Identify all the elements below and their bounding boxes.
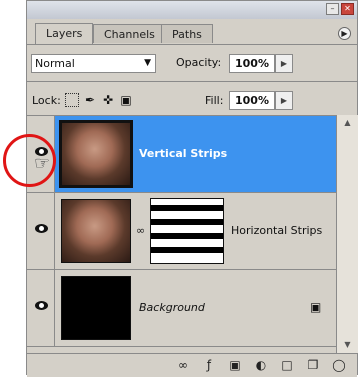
layer-row-background[interactable]: Background ▣ [27,270,336,347]
opacity-slider-button[interactable]: ▶ [275,54,293,73]
layers-panel: – ✕ Layers Channels Paths ▶ Normal ▼ Opa… [26,0,358,377]
layer-thumbnail [61,199,131,263]
tab-paths[interactable]: Paths [161,24,213,43]
layers-list: Vertical Strips ∞ Horizontal Strips Back… [27,115,336,354]
opacity-input[interactable]: 100% [229,54,275,73]
visibility-toggle[interactable] [27,270,55,346]
link-layers-icon[interactable]: ∞ [175,357,191,373]
layer-style-icon[interactable]: ƒ [201,357,217,373]
lock-label: Lock: [32,94,61,107]
add-mask-icon[interactable]: ▣ [227,357,243,373]
panel-menu-icon[interactable]: ▶ [338,27,351,40]
layer-name: Background [139,301,205,314]
delete-layer-icon[interactable]: ◯ [331,357,347,373]
new-layer-icon[interactable]: ❐ [305,357,321,373]
visibility-toggle[interactable] [27,193,55,269]
tab-channels[interactable]: Channels [93,24,166,43]
fill-input[interactable]: 100% [229,91,275,110]
fill-slider-button[interactable]: ▶ [275,91,293,110]
lock-icon: ▣ [310,300,322,314]
layer-name: Vertical Strips [139,147,228,160]
layer-row-horizontal-strips[interactable]: ∞ Horizontal Strips [27,193,336,270]
blend-mode-value: Normal [35,57,75,70]
tab-layers[interactable]: Layers [35,23,94,44]
layer-name: Horizontal Strips [231,224,323,237]
lock-transparency-icon[interactable] [65,93,79,107]
blend-row: Normal ▼ Opacity: 100% ▶ [27,48,357,76]
panel-bottom-toolbar: ∞ ƒ ▣ ◐ □ ❐ ◯ [27,353,357,377]
lock-pixels-icon[interactable]: ✒ [83,93,97,107]
layer-thumbnail [59,120,133,188]
new-group-icon[interactable]: □ [279,357,295,373]
panel-titlebar: – ✕ [27,1,357,19]
lock-all-icon[interactable]: ▣ [119,93,133,107]
layer-mask-thumbnail[interactable] [150,198,224,264]
chevron-down-icon: ▼ [144,58,151,68]
minimize-icon[interactable]: – [326,3,339,15]
lock-position-icon[interactable]: ✜ [101,93,115,107]
close-icon[interactable]: ✕ [341,3,354,15]
divider [27,81,357,82]
layer-thumbnail [61,276,131,340]
fill-label: Fill: [205,94,224,107]
eye-icon [35,224,48,233]
panel-tabs: Layers Channels Paths ▶ [27,19,357,45]
scrollbar[interactable]: ▲ ▼ [336,115,358,353]
scroll-down-icon[interactable]: ▼ [337,337,358,353]
opacity-label: Opacity: [176,56,222,69]
adjustment-layer-icon[interactable]: ◐ [253,357,269,373]
eye-icon [35,301,48,310]
layer-row-vertical-strips[interactable]: Vertical Strips [27,116,336,193]
hand-cursor-icon: ☞ [34,153,51,174]
lock-row: Lock: ✒ ✜ ▣ Fill: 100% ▶ [27,87,357,115]
scroll-up-icon[interactable]: ▲ [337,115,358,131]
mask-link-icon[interactable]: ∞ [136,224,145,237]
blend-mode-select[interactable]: Normal ▼ [31,54,156,73]
